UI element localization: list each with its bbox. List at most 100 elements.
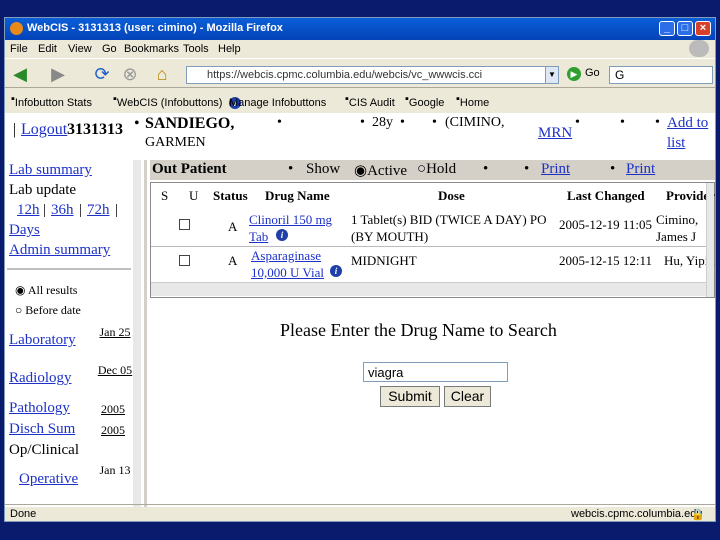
radiology-date: Dec 05 <box>97 363 133 377</box>
operative-link[interactable]: Operative <box>19 471 78 488</box>
add-to-list-link-line2[interactable]: list <box>667 135 685 152</box>
admin-summary-link[interactable]: Admin summary <box>9 242 110 259</box>
table-v-scrollbar[interactable] <box>706 183 714 297</box>
address-dropdown-icon[interactable]: ▼ <box>545 66 559 84</box>
bookmark-cis-audit[interactable]: ▪ CIS Audit <box>345 93 395 109</box>
range-separator: | <box>115 202 119 218</box>
disch-sum-date: 2005 <box>101 423 125 437</box>
laboratory-link[interactable]: Laboratory <box>9 332 76 349</box>
add-to-list-link[interactable]: Add to <box>667 115 708 132</box>
range-separator: | <box>43 202 47 218</box>
bullet: • <box>655 115 660 130</box>
search-field[interactable]: G <box>609 66 713 84</box>
menu-bookmarks[interactable]: Bookmarks <box>124 43 179 55</box>
row-dose: 1 Tablet(s) BID (TWICE A DAY) PO (BY MOU… <box>351 212 547 244</box>
range-12h-link[interactable]: 12h <box>17 202 40 219</box>
lab-update-label: Lab update <box>9 182 77 198</box>
window-title: WebCIS - 3131313 (user: cimino) - Mozill… <box>27 22 283 34</box>
forward-arrow-icon[interactable]: ▶ <box>47 64 69 84</box>
filter-hold-radio[interactable]: ○Hold <box>417 161 456 178</box>
row-checkbox[interactable] <box>179 255 190 266</box>
disch-sum-link[interactable]: Disch Sum <box>9 421 75 438</box>
row-status: A <box>228 253 238 268</box>
bullet: • <box>610 161 616 177</box>
col-header-drug-name: Drug Name <box>265 188 330 203</box>
pathology-link[interactable]: Pathology <box>9 400 70 417</box>
minimize-button[interactable]: _ <box>659 21 675 36</box>
go-icon[interactable]: ▶ <box>567 67 581 81</box>
operative-date: Jan 13 <box>99 463 131 477</box>
menu-tools[interactable]: Tools <box>183 43 209 55</box>
row-dose: MIDNIGHT <box>351 253 417 268</box>
page-content: | Logout 3131313 • SANDIEGO, GARMEN • • … <box>5 113 715 507</box>
days-link[interactable]: Days <box>9 222 40 239</box>
bookmark-google[interactable]: ▪ Google <box>405 93 444 109</box>
bookmark-infobutton-stats[interactable]: ▪ Infobutton Stats <box>11 93 92 109</box>
maximize-button[interactable]: □ <box>677 21 693 36</box>
search-heading: Please Enter the Drug Name to Search <box>280 320 557 340</box>
left-sidebar: Lab summary Lab update 12h | 36h | 72h |… <box>5 160 147 507</box>
mrn-link[interactable]: MRN <box>538 125 572 142</box>
lock-icon: 🔒 <box>691 509 705 521</box>
info-icon[interactable]: i <box>330 265 342 277</box>
pathology-date: 2005 <box>101 402 125 416</box>
reload-icon[interactable]: ⟳ <box>91 64 113 84</box>
bullet: • <box>288 161 294 177</box>
back-arrow-icon[interactable]: ◀ <box>9 64 31 84</box>
patient-name-line2: GARMEN <box>145 135 206 150</box>
menu-help[interactable]: Help <box>218 43 241 55</box>
radiology-link[interactable]: Radiology <box>9 370 72 387</box>
range-72h-link[interactable]: 72h <box>87 202 110 219</box>
bookmark-home[interactable]: ▪ Home <box>456 93 489 109</box>
address-field[interactable]: https://webcis.cpmc.columbia.edu/webcis/… <box>186 66 552 84</box>
menu-view[interactable]: View <box>68 43 92 55</box>
col-header-s: S <box>161 188 169 203</box>
logout-link[interactable]: Logout <box>21 121 67 139</box>
bullet: • <box>620 115 625 130</box>
patient-attending: (CIMINO, <box>445 115 505 130</box>
title-bar: WebCIS - 3131313 (user: cimino) - Mozill… <box>5 18 715 40</box>
radio-all-results[interactable]: ◉ All results <box>15 283 77 298</box>
radio-selected-icon: ◉ <box>354 163 368 179</box>
info-icon[interactable]: i <box>276 229 288 241</box>
patient-header: | Logout 3131313 • SANDIEGO, GARMEN • • … <box>5 113 715 158</box>
row-provider: Cimino, James J <box>656 212 699 244</box>
go-label[interactable]: Go <box>585 67 600 79</box>
table-h-scrollbar[interactable] <box>151 282 706 296</box>
stop-icon[interactable]: ⊗ <box>119 64 141 84</box>
search-panel: Please Enter the Drug Name to Search via… <box>150 298 715 507</box>
row-last-changed: 2005-12-15 12:11 <box>559 253 653 268</box>
filter-active-radio[interactable]: ◉Active <box>354 161 407 180</box>
status-host: webcis.cpmc.columbia.edu <box>571 508 703 520</box>
bookmark-webcis-infobuttons[interactable]: ▪ WebCIS (Infobuttons) <box>113 93 222 109</box>
col-header-last-changed: Last Changed <box>567 188 645 203</box>
menu-edit[interactable]: Edit <box>38 43 57 55</box>
radio-empty-icon: ○ <box>417 161 427 177</box>
print-link-2[interactable]: Print <box>626 161 655 178</box>
close-button[interactable]: × <box>695 21 711 36</box>
menu-file[interactable]: File <box>10 43 28 55</box>
menu-bar: File Edit View Go Bookmarks Tools Help <box>5 40 715 58</box>
home-icon[interactable]: ⌂ <box>151 64 173 84</box>
op-clinical-label: Op/Clinical <box>9 442 79 458</box>
range-separator: | <box>79 202 83 218</box>
drug-search-input[interactable]: viagra <box>363 362 508 382</box>
lab-summary-link[interactable]: Lab summary <box>9 162 92 179</box>
drug-link[interactable]: Clinoril 150 mg Tab <box>249 211 345 245</box>
menu-go[interactable]: Go <box>102 43 117 55</box>
col-header-u: U <box>189 188 199 203</box>
sidebar-scrollbar[interactable] <box>133 160 141 507</box>
range-36h-link[interactable]: 36h <box>51 202 74 219</box>
bookmarks-toolbar: ▪ Infobutton Stats ▪ WebCIS (Infobuttons… <box>11 93 490 109</box>
submit-button[interactable]: Submit <box>380 386 440 407</box>
bullet: • <box>134 115 140 132</box>
row-status: A <box>228 219 238 234</box>
print-link[interactable]: Print <box>541 161 570 178</box>
clear-button[interactable]: Clear <box>444 386 491 407</box>
row-checkbox[interactable] <box>179 219 190 230</box>
bullet: • <box>400 115 405 130</box>
sidebar-divider <box>7 268 131 270</box>
firefox-icon <box>10 22 23 35</box>
radio-before-date[interactable]: ○ Before date <box>15 303 81 318</box>
med-toolbar: Out Patient • Show ◉Active ○Hold • • Pri… <box>150 160 715 180</box>
